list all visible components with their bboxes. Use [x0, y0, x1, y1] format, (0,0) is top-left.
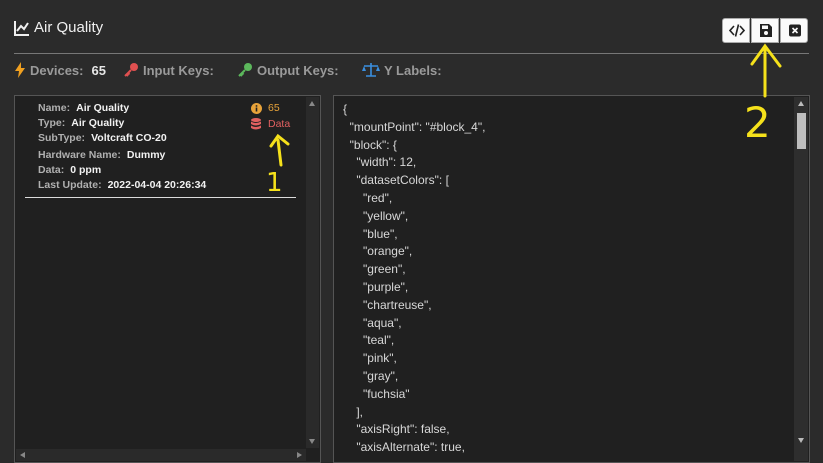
header-divider — [14, 53, 809, 54]
scroll-left-arrow-icon[interactable] — [20, 452, 25, 458]
device-field-name: Name: Air Quality — [38, 102, 130, 114]
y-labels-stat: Y Labels: — [362, 62, 442, 78]
code-line: "mountPoint": "#block_4", — [343, 119, 486, 134]
bolt-icon — [15, 62, 25, 78]
key-icon — [238, 63, 252, 77]
code-line: "fuchsia" — [343, 386, 410, 401]
code-line: "blue", — [343, 226, 398, 241]
save-button[interactable] — [751, 18, 779, 43]
code-line: "pink", — [343, 351, 397, 366]
code-line: { — [343, 102, 348, 116]
input-keys-label: Input Keys: — [143, 62, 214, 78]
code-icon — [729, 24, 745, 37]
code-line: "red", — [343, 190, 393, 205]
scroll-up-arrow-icon[interactable] — [797, 101, 804, 106]
device-field-type: Type: Air Quality — [38, 117, 125, 129]
close-icon — [789, 24, 801, 37]
code-line: "gray", — [343, 368, 399, 383]
floppy-disk-icon — [760, 24, 772, 37]
device-id-badge: 65 — [251, 102, 280, 114]
code-line: "teal", — [343, 333, 395, 348]
device-field-last-update: Last Update: 2022-04-04 20:26:34 — [38, 179, 207, 191]
editor-scrollbar[interactable] — [794, 97, 808, 461]
code-text[interactable]: { "mountPoint": "#block_4", "block": { "… — [343, 101, 783, 457]
scroll-up-arrow-icon[interactable] — [309, 101, 315, 106]
code-line: "green", — [343, 262, 406, 277]
close-button[interactable] — [780, 18, 808, 43]
code-line: "aqua", — [343, 315, 402, 330]
devices-count: 65 — [91, 62, 106, 78]
code-line: "yellow", — [343, 208, 409, 223]
vertical-scrollbar[interactable] — [306, 97, 319, 448]
output-keys-label: Output Keys: — [257, 62, 339, 78]
code-view-button[interactable] — [722, 18, 750, 43]
device-field-subtype: SubType: Voltcraft CO-20 — [38, 132, 167, 144]
scroll-down-arrow-icon[interactable] — [309, 439, 315, 444]
chart-line-icon — [14, 21, 29, 36]
device-data-badge[interactable]: Data — [251, 118, 290, 130]
code-line: "block": { — [343, 137, 397, 152]
code-line: ], — [343, 404, 364, 419]
scroll-right-arrow-icon[interactable] — [297, 452, 302, 458]
device-field-data: Data: 0 ppm — [38, 164, 102, 176]
code-line: "axisRight": false, — [343, 422, 450, 437]
editor-scroll-thumb[interactable] — [797, 113, 806, 149]
code-line: "chartreuse", — [343, 297, 432, 312]
devices-label: Devices: — [30, 62, 84, 78]
device-field-hardware: Hardware Name: Dummy — [38, 149, 166, 161]
input-keys-stat: Input Keys: — [123, 62, 214, 78]
code-line: "width": 12, — [343, 155, 417, 170]
code-line: "datasetColors": [ — [343, 173, 449, 188]
header: Air Quality — [0, 0, 823, 56]
horizontal-scrollbar[interactable] — [16, 449, 306, 461]
y-labels-label: Y Labels: — [384, 62, 442, 78]
page-title: Air Quality — [34, 19, 104, 36]
output-keys-stat: Output Keys: — [237, 62, 339, 78]
key-icon — [124, 63, 138, 77]
device-list-panel[interactable]: Name: Air Quality Type: Air Quality SubTyp… — [14, 95, 321, 463]
code-line: "orange", — [343, 244, 413, 259]
scale-icon — [362, 63, 380, 77]
info-icon — [251, 102, 262, 114]
stats-bar: Devices: 65 Input Keys: Output Keys: Y L… — [0, 62, 823, 82]
devices-stat: Devices: 65 — [14, 62, 106, 78]
database-icon — [251, 118, 261, 130]
json-editor[interactable]: { "mountPoint": "#block_4", "block": { "… — [333, 95, 810, 463]
device-divider — [25, 197, 296, 198]
code-line: "purple", — [343, 279, 409, 294]
scroll-down-arrow-icon[interactable] — [797, 438, 804, 443]
code-line: "axisAlternate": true, — [343, 440, 465, 455]
